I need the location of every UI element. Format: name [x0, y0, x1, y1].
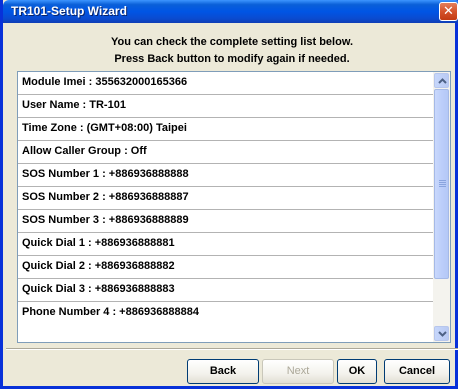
- list-item[interactable]: Module Imei : 355632000165366: [18, 72, 434, 95]
- vertical-scrollbar[interactable]: [433, 72, 450, 342]
- list-item[interactable]: User Name : TR-101: [18, 95, 434, 118]
- title-bar[interactable]: TR101-Setup Wizard ✕: [3, 0, 458, 23]
- scroll-down-button[interactable]: [434, 326, 449, 341]
- list-item[interactable]: SOS Number 1 : +886936888888: [18, 164, 434, 187]
- list-item[interactable]: SOS Number 3 : +886936888889: [18, 210, 434, 233]
- close-icon: ✕: [443, 3, 454, 18]
- list-item[interactable]: Quick Dial 1 : +886936888881: [18, 233, 434, 256]
- list-item[interactable]: Quick Dial 2 : +886936888882: [18, 256, 434, 279]
- ok-button[interactable]: OK: [337, 359, 377, 384]
- instructions-text: You can check the complete setting list …: [3, 34, 458, 68]
- list-item[interactable]: SOS Number 2 : +886936888887: [18, 187, 434, 210]
- setup-wizard-window: TR101-Setup Wizard ✕ You can check the c…: [0, 0, 458, 389]
- button-separator: [6, 348, 458, 350]
- list-item[interactable]: Quick Dial 3 : +886936888883: [18, 279, 434, 302]
- instruction-line-2: Press Back button to modify again if nee…: [114, 53, 350, 65]
- settings-list[interactable]: Module Imei : 355632000165366 User Name …: [17, 71, 451, 343]
- scroll-thumb[interactable]: [434, 89, 449, 279]
- list-item[interactable]: Phone Number 4 : +886936888884: [18, 302, 434, 325]
- back-button[interactable]: Back: [187, 359, 259, 384]
- list-item[interactable]: Allow Caller Group : Off: [18, 141, 434, 164]
- close-button[interactable]: ✕: [439, 2, 458, 21]
- scroll-up-button[interactable]: [434, 73, 449, 88]
- cancel-button[interactable]: Cancel: [384, 359, 450, 384]
- settings-list-content: Module Imei : 355632000165366 User Name …: [18, 72, 434, 342]
- chevron-down-icon: [438, 331, 447, 337]
- list-item[interactable]: Time Zone : (GMT+08:00) Taipei: [18, 118, 434, 141]
- next-button[interactable]: Next: [262, 359, 334, 384]
- window-title: TR101-Setup Wizard: [11, 4, 127, 18]
- instruction-line-1: You can check the complete setting list …: [110, 36, 354, 48]
- chevron-up-icon: [438, 78, 447, 84]
- scroll-grip-icon: [439, 180, 446, 188]
